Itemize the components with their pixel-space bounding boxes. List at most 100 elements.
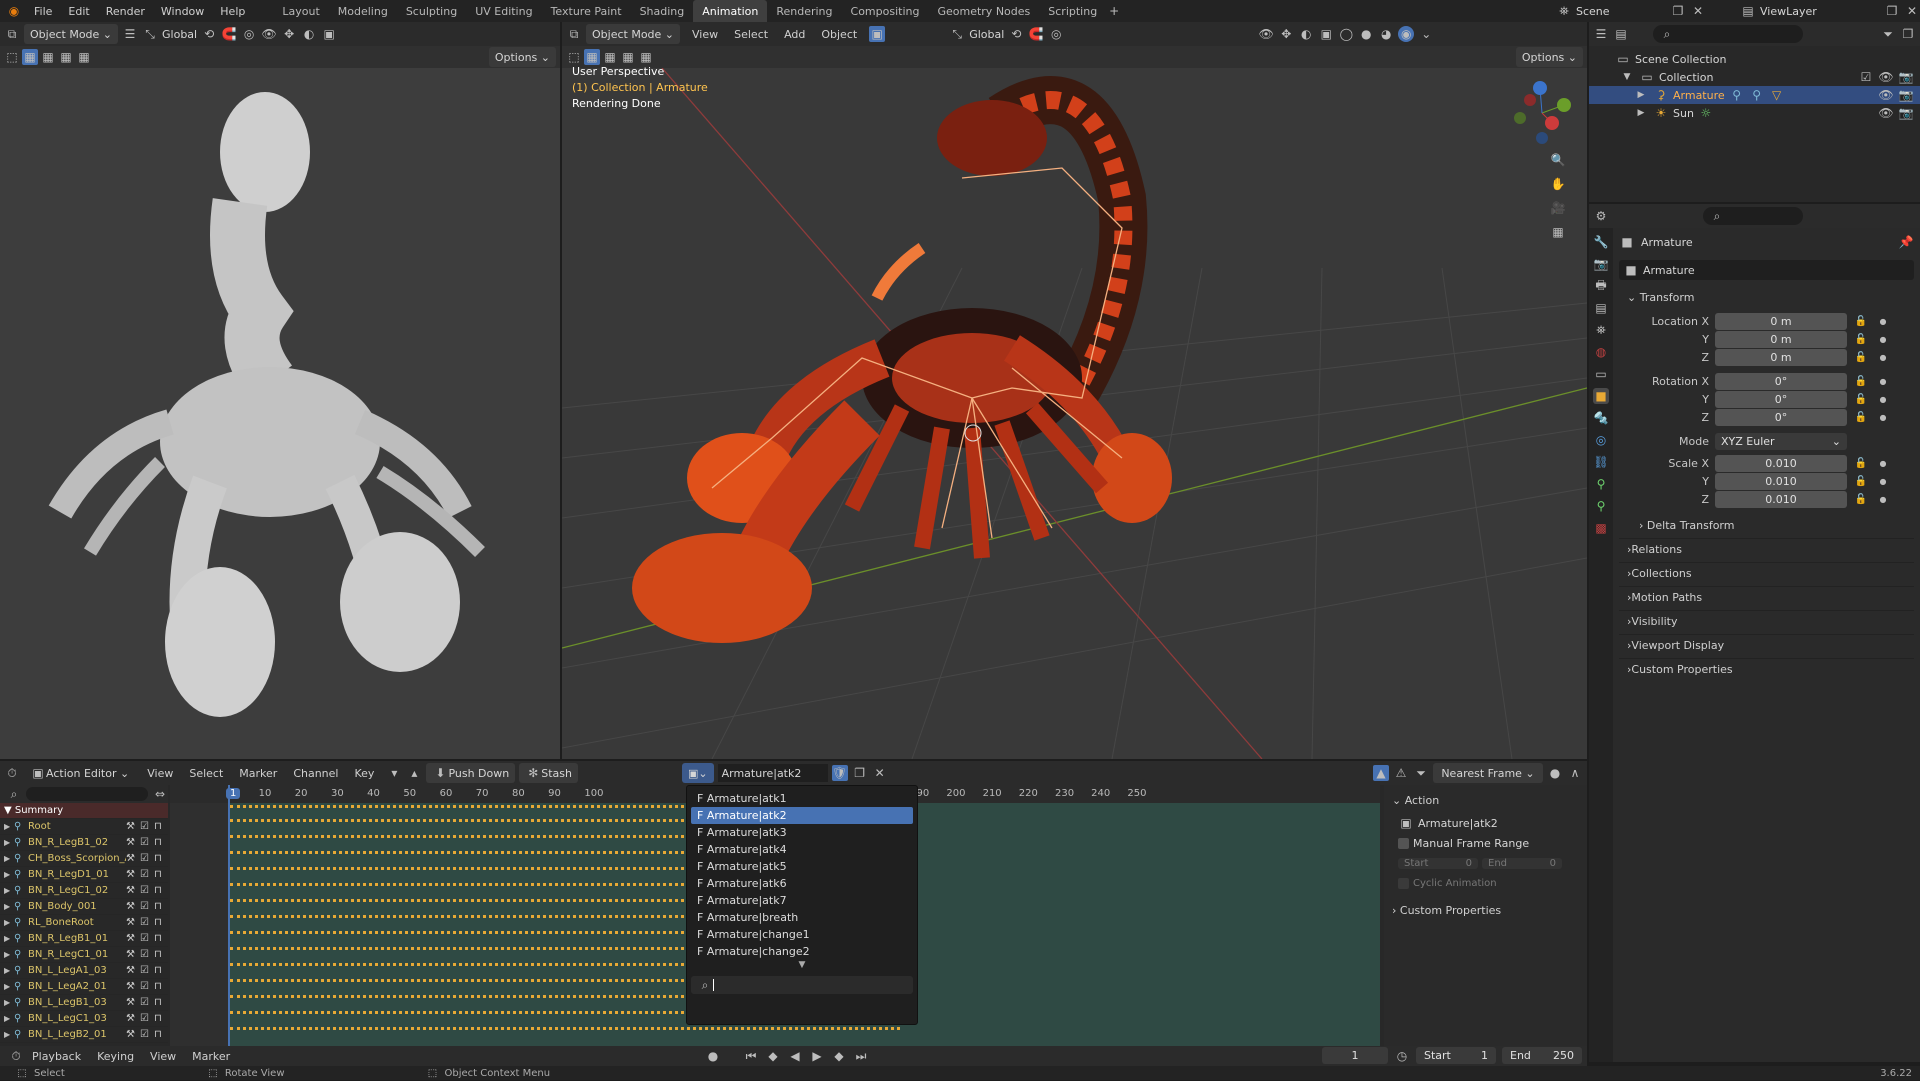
scorpion-model-solid[interactable] [40, 82, 520, 722]
value-field[interactable]: 0 m [1715, 312, 1847, 330]
checkbox-icon[interactable]: ☑ [140, 917, 154, 928]
push-down-button[interactable]: ⬇ Push Down [426, 763, 516, 783]
swap-icon[interactable]: ⇔ [152, 786, 168, 802]
action-option[interactable]: F Armature|change1 [691, 926, 913, 943]
tab-compositing[interactable]: Compositing [842, 0, 929, 22]
lock-icon[interactable]: 🔓 [1853, 455, 1869, 471]
checkbox-icon[interactable]: ☑ [140, 901, 154, 912]
properties-search[interactable]: ⌕ [1703, 207, 1803, 225]
checkbox-icon[interactable]: ☑ [1858, 69, 1874, 85]
action-option[interactable]: F Armature|change2 [691, 943, 913, 960]
keyframe-dot-icon[interactable]: ● [1875, 473, 1891, 489]
lock-icon[interactable]: ⊓ [154, 1013, 168, 1024]
select-box-icon[interactable]: ▦ [22, 49, 38, 65]
scene-icon[interactable]: ⛯ [1556, 3, 1572, 19]
checkbox-icon[interactable]: ☑ [140, 869, 154, 880]
outliner-item-sun[interactable]: ▶ ☀ Sun ☼ 👁 📷 [1589, 104, 1920, 122]
start-field[interactable]: Start 0 [1398, 857, 1478, 869]
expand-arrow-icon[interactable]: ▼ [1619, 69, 1635, 85]
expand-arrow-icon[interactable]: ▶ [4, 838, 14, 847]
fake-user-icon[interactable]: 🛡 [831, 765, 848, 781]
wrench-icon[interactable]: ⚒ [126, 917, 140, 928]
viewport-menu-view[interactable]: View [684, 28, 726, 41]
select-tool-icon[interactable]: ⬚ [566, 49, 582, 65]
close-icon[interactable]: ✕ [1690, 3, 1706, 19]
lock-icon[interactable]: 🔓 [1853, 349, 1869, 365]
custom-props-header[interactable]: › Custom Properties [1388, 899, 1583, 921]
play-reverse-icon[interactable]: ◀ [787, 1048, 803, 1064]
overlay-icon[interactable]: ◐ [301, 26, 317, 42]
tab-scripting[interactable]: Scripting [1039, 0, 1106, 22]
gizmo-icon[interactable]: ✥ [281, 26, 297, 42]
scene-collection-row[interactable]: ▭ Scene Collection [1589, 50, 1920, 68]
expand-arrow-icon[interactable]: ▶ [4, 950, 14, 959]
keyframe-dot-icon[interactable]: ● [1875, 331, 1891, 347]
visibility-icon[interactable]: 👁 [261, 26, 277, 42]
editor-type-icon[interactable]: ⏱ [4, 765, 20, 781]
action-search-field[interactable]: ⌕ [691, 976, 913, 994]
action-menu-key[interactable]: Key [346, 767, 382, 780]
select-intersect-icon[interactable]: ▦ [638, 49, 654, 65]
xray-icon[interactable]: ▣ [1318, 26, 1334, 42]
outliner-search[interactable]: ⌕ [1653, 25, 1803, 43]
lock-icon[interactable]: ⊓ [154, 933, 168, 944]
hamburger-icon[interactable]: ☰ [122, 26, 138, 42]
wrench-icon[interactable]: ⚒ [126, 949, 140, 960]
snap-icon[interactable]: 🧲 [221, 26, 237, 42]
wrench-icon[interactable]: ⚒ [126, 965, 140, 976]
lock-icon[interactable]: ⊓ [154, 1029, 168, 1040]
mode-dropdown[interactable]: ▣ Action Editor ⌄ [24, 763, 135, 783]
editor-type-icon[interactable]: ⚙ [1593, 208, 1609, 224]
mode-dropdown[interactable]: Object Mode ⌄ [24, 24, 119, 44]
channel-row[interactable]: ▶ ⚲ BN_L_LegA2_01 ⚒ ☑ ⊓ [0, 979, 168, 995]
pan-hand-icon[interactable]: ✋ [1550, 176, 1566, 192]
curve-icon[interactable]: ∧ [1567, 765, 1583, 781]
tab-rendering[interactable]: Rendering [767, 0, 841, 22]
wrench-icon[interactable]: ⚒ [126, 869, 140, 880]
new-scene-icon[interactable]: ❐ [1670, 3, 1686, 19]
filter-errors-icon[interactable]: ⚠ [1393, 765, 1409, 781]
display-mode-icon[interactable]: ▤ [1613, 26, 1629, 42]
timeline-menu-marker[interactable]: Marker [184, 1050, 238, 1063]
options-button[interactable]: Options ⌄ [1515, 47, 1583, 67]
filter-icon[interactable]: ⏷ [1880, 26, 1896, 42]
play-icon[interactable]: ▶ [809, 1048, 825, 1064]
lock-icon[interactable]: 🔓 [1853, 391, 1869, 407]
expand-arrow-icon[interactable]: ▶ [4, 982, 14, 991]
select-subtract-icon[interactable]: ▦ [58, 49, 74, 65]
wrench-icon[interactable]: ⚒ [126, 885, 140, 896]
gizmo-icon[interactable]: ✥ [1278, 26, 1294, 42]
stash-button[interactable]: ✻ Stash [519, 763, 578, 783]
editor-type-icon[interactable]: ⏱ [8, 1048, 24, 1064]
lock-icon[interactable]: ⊓ [154, 917, 168, 928]
lock-icon[interactable]: ⊓ [154, 901, 168, 912]
select-box-icon[interactable]: ▦ [584, 49, 600, 65]
lock-icon[interactable]: ⊓ [154, 821, 168, 832]
menu-window[interactable]: Window [153, 5, 212, 18]
expand-arrow-icon[interactable]: ▶ [4, 934, 14, 943]
output-icon[interactable]: 🖶 [1593, 278, 1609, 294]
action-name-field[interactable]: Armature|atk2 [717, 764, 828, 782]
select-subtract-icon[interactable]: ▦ [620, 49, 636, 65]
record-icon[interactable]: ● [705, 1048, 721, 1064]
summary-row[interactable]: ▼ Summary [0, 803, 168, 819]
action-option[interactable]: F Armature|breath [691, 909, 913, 926]
value-field[interactable]: 0° [1715, 372, 1847, 390]
editor-type-icon[interactable]: ☰ [1593, 26, 1609, 42]
wrench-icon[interactable]: ⚒ [126, 1013, 140, 1024]
expand-arrow-icon[interactable]: ▶ [1633, 105, 1649, 121]
render-camera-icon[interactable]: 📷 [1898, 105, 1914, 121]
eye-icon[interactable]: 👁 [1878, 105, 1894, 121]
bone-icon[interactable]: ⚲ [1593, 498, 1609, 514]
action-panel-header[interactable]: ⌄ Action [1388, 789, 1583, 811]
wrench-icon[interactable]: ⚒ [126, 901, 140, 912]
wireframe-shading-icon[interactable]: ◯ [1338, 26, 1354, 42]
channel-row[interactable]: ▶ ⚲ RL_BoneRoot ⚒ ☑ ⊓ [0, 915, 168, 931]
tab-animation[interactable]: Animation [693, 0, 768, 22]
mode-dropdown[interactable]: Object Mode ⌄ [586, 24, 681, 44]
add-workspace-icon[interactable]: + [1106, 3, 1122, 19]
keyframe-dot-icon[interactable]: ● [1875, 455, 1891, 471]
tab-geometry-nodes[interactable]: Geometry Nodes [928, 0, 1039, 22]
lock-icon[interactable]: 🔓 [1853, 313, 1869, 329]
keyframe-dot-icon[interactable]: ● [1875, 491, 1891, 507]
